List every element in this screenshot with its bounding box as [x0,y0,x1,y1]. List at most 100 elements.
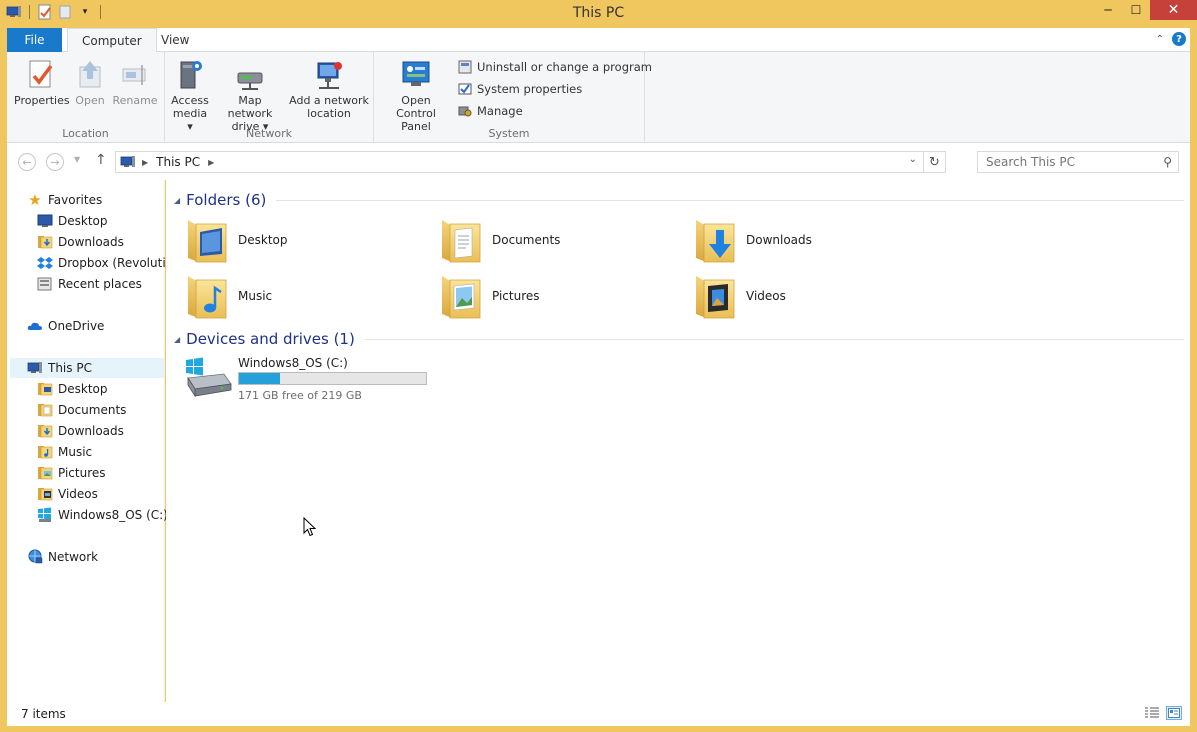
folders-header-text: Folders (6) [186,191,267,209]
access-media-label-1: Access [171,94,209,107]
search-box: ⚲ [977,151,1179,173]
section-divider [276,199,1184,201]
nav-favorites-dropbox[interactable]: Dropbox (Revolution [37,253,165,273]
rename-button[interactable]: Rename [111,58,159,107]
downloads-folder-icon [37,423,53,439]
nav-this-pc-music[interactable]: Music [37,442,92,462]
folder-pictures[interactable]: Pictures [440,272,540,320]
access-media-button[interactable]: Access media ▾ [171,58,209,133]
nav-label: Network [48,550,99,564]
nav-label: Dropbox (Revolution [58,256,165,270]
breadcrumb-caret-icon[interactable]: ▶ [142,158,148,167]
details-view-icon[interactable] [1144,706,1160,720]
downloads-folder-icon [696,220,735,263]
nav-label: This PC [48,361,92,375]
desktop-folder-icon [188,220,227,263]
nav-label: Desktop [58,382,108,396]
drive-info: Windows8_OS (C:) 171 GB free of 219 GB [238,356,427,402]
nav-label: Windows8_OS (C:) [58,508,168,522]
properties-icon [25,58,57,92]
system-properties-label: System properties [477,82,583,96]
breadcrumb-caret-icon[interactable]: ▶ [208,158,214,167]
tab-view[interactable]: View [147,28,203,52]
folder-downloads[interactable]: Downloads [694,216,812,264]
nav-this-pc-desktop[interactable]: Desktop [37,379,108,399]
open-label: Open [75,94,105,107]
nav-this-pc-windows-drive[interactable]: Windows8_OS (C:) [37,505,168,525]
group-location: Properties Open Rename Location [7,52,165,143]
nav-favorites-recent-places[interactable]: Recent places [37,274,142,294]
nav-favorites-desktop[interactable]: Desktop [37,211,108,231]
breadcrumb-this-pc[interactable]: This PC [156,155,200,169]
help-icon[interactable]: ? [1172,32,1186,46]
rename-icon [119,58,151,92]
nav-this-pc-downloads[interactable]: Downloads [37,421,124,441]
search-input[interactable] [978,152,1148,172]
nav-this-pc[interactable]: This PC [10,358,164,378]
ribbon: Properties Open Rename Location Access m… [7,52,1190,143]
collapse-triangle-icon[interactable]: ◢ [174,335,180,344]
forward-button[interactable]: → [46,153,64,171]
folder-desktop[interactable]: Desktop [186,216,288,264]
status-bar: 7 items [7,702,1190,726]
nav-favorites-downloads[interactable]: Downloads [37,232,124,252]
open-control-panel-button[interactable]: Open Control Panel [380,58,452,133]
folder-music[interactable]: Music [186,272,272,320]
programs-icon [457,59,473,75]
tiles-view-icon[interactable] [1166,706,1182,720]
address-dropdown-icon[interactable]: ⌄ [909,154,917,165]
nav-label: OneDrive [48,319,105,333]
folders-section-header[interactable]: ◢ Folders (6) [174,191,1184,209]
manage-button[interactable]: Manage [457,102,523,120]
properties-button[interactable]: Properties [14,58,70,107]
nav-label: Downloads [58,424,124,438]
section-divider [364,338,1184,340]
nav-onedrive[interactable]: OneDrive [27,316,104,336]
this-pc-icon [27,360,43,376]
refresh-button[interactable]: ↻ [923,152,945,172]
add-network-location-button[interactable]: Add a network location [289,58,369,120]
nav-label: Pictures [58,466,106,480]
minimize-button[interactable]: ─ [1094,0,1122,20]
system-properties-button[interactable]: System properties [457,80,582,98]
desktop-folder-icon [37,381,53,397]
window-title: This PC [572,5,625,21]
close-button[interactable]: ✕ [1150,0,1197,20]
collapse-triangle-icon[interactable]: ◢ [174,196,180,205]
documents-folder-icon [37,402,53,418]
open-button[interactable]: Open [71,58,109,107]
recent-locations-icon[interactable]: ▼ [74,155,80,164]
network-location-icon [313,58,345,92]
manage-icon [457,103,473,119]
star-icon: ★ [28,191,42,209]
nav-this-pc-videos[interactable]: Videos [37,484,98,504]
group-label-location: Location [62,127,109,140]
nav-this-pc-documents[interactable]: Documents [37,400,126,420]
music-folder-icon [188,276,227,319]
drive-windows8-os[interactable]: Windows8_OS (C:) 171 GB free of 219 GB [184,356,427,402]
map-network-drive-button[interactable]: Map network drive ▾ [215,58,285,133]
add-network-location-label-2: location [307,107,351,120]
add-network-location-label-1: Add a network [289,94,369,107]
folder-documents[interactable]: Documents [440,216,560,264]
tab-computer[interactable]: Computer [67,28,157,53]
address-bar[interactable]: ▶ This PC ▶ ⌄ ↻ [115,151,946,173]
search-icon[interactable]: ⚲ [1163,155,1172,169]
back-button[interactable]: ← [18,153,36,171]
navigation-pane: ★ Favorites Desktop Downloads Dropbox (R… [7,180,168,702]
item-count: 7 items [21,707,66,721]
folder-videos[interactable]: Videos [694,272,786,320]
uninstall-program-button[interactable]: Uninstall or change a program [457,58,652,76]
system-properties-icon [457,81,473,97]
nav-favorites[interactable]: ★ Favorites [27,190,102,210]
devices-section-header[interactable]: ◢ Devices and drives (1) [174,330,1184,348]
tab-file[interactable]: File [7,28,62,52]
collapse-ribbon-icon[interactable]: ⌃ [1156,34,1164,45]
desktop-icon [37,213,53,229]
nav-this-pc-pictures[interactable]: Pictures [37,463,106,483]
up-button[interactable]: ↑ [95,152,107,168]
nav-network[interactable]: Network [27,547,98,567]
folder-label: Desktop [238,233,288,247]
group-label-network: Network [246,127,292,140]
maximize-button[interactable]: ☐ [1122,0,1150,20]
